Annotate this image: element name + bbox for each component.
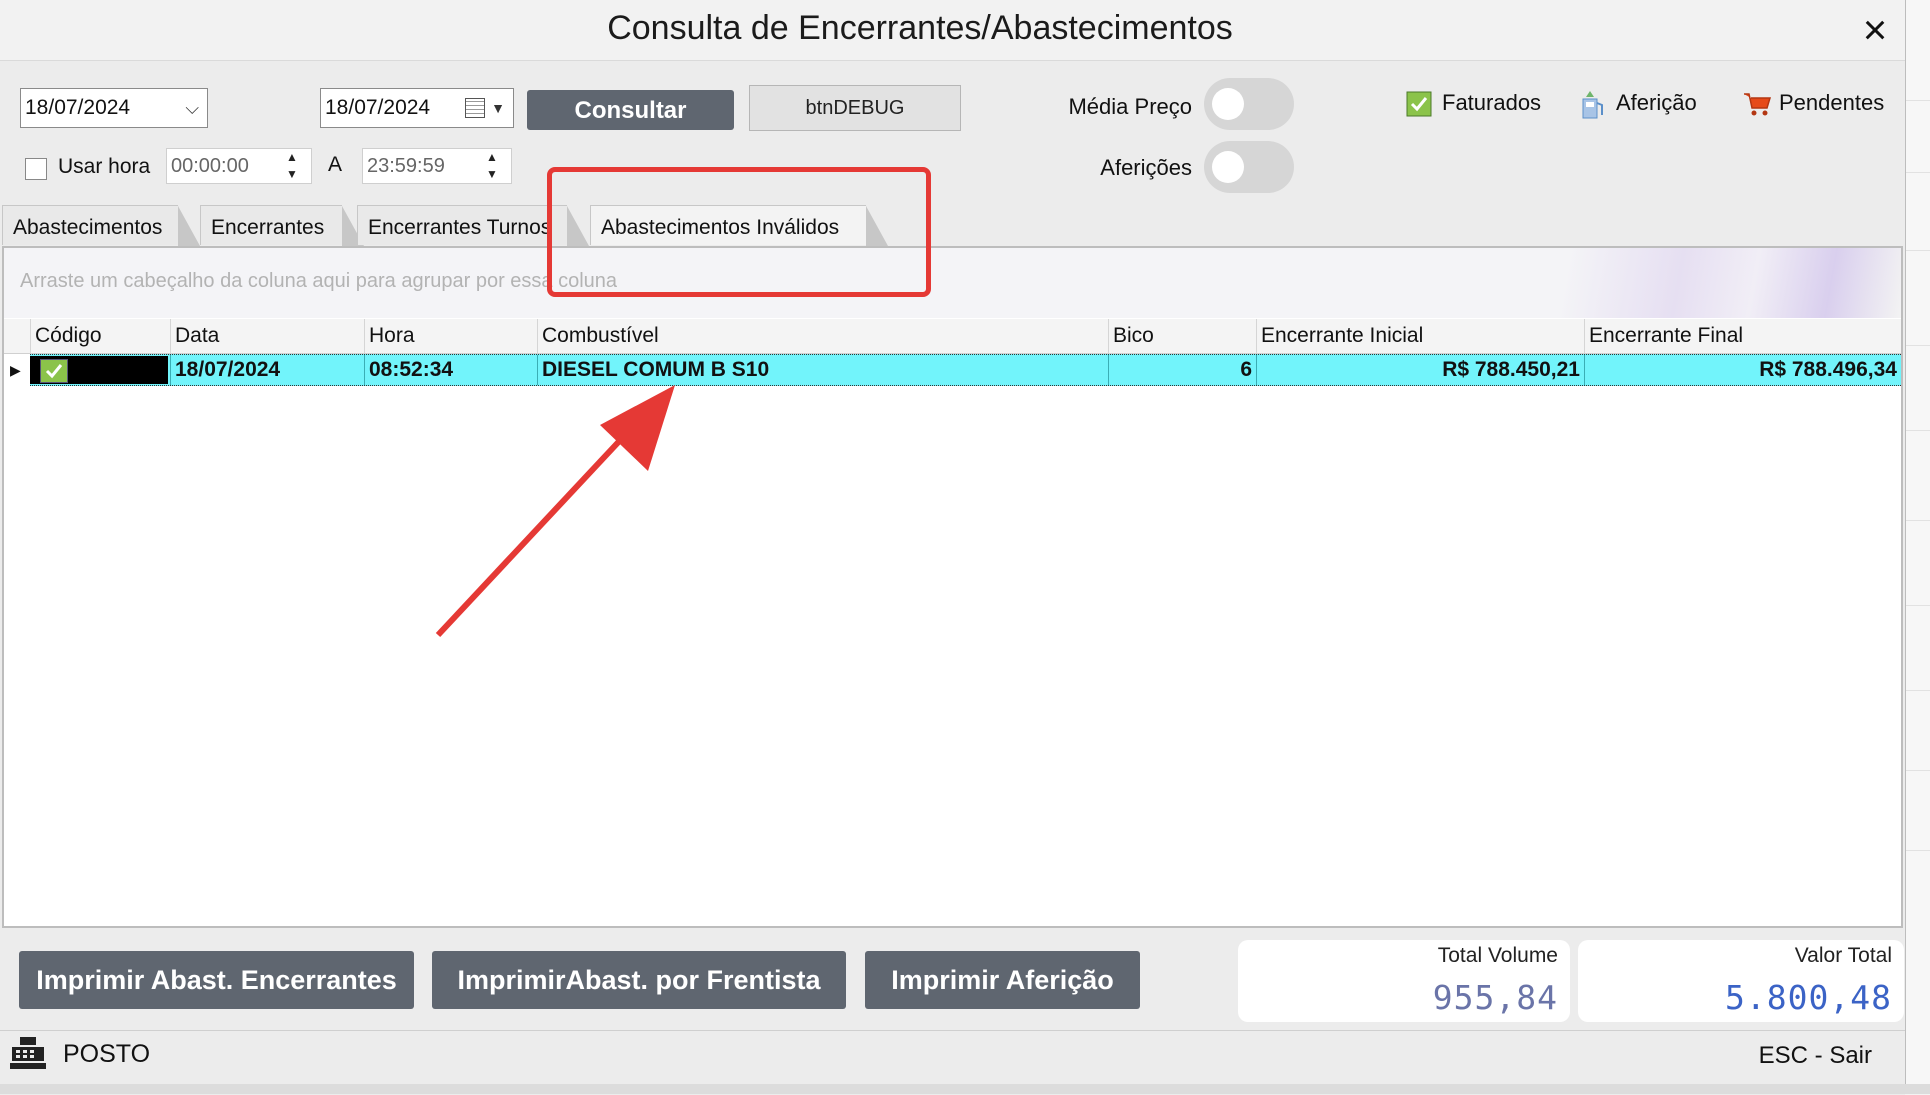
cell-bico: 6 [1108,355,1256,385]
column-header-bico[interactable]: Bico [1108,319,1256,353]
column-header-encerrante-inicial[interactable]: Encerrante Inicial [1256,319,1584,353]
cell-combustivel: DIESEL COMUM B S10 [537,355,1108,385]
cell-encerrante-final: R$ 788.496,34 [1584,355,1901,385]
time-to-value: 23:59:59 [367,155,445,177]
annotation-arrow-icon [435,385,675,638]
legend-faturados: Faturados [1406,90,1541,117]
afericoes-label: Aferições [1100,155,1192,180]
debug-button[interactable]: btnDEBUG [749,85,961,131]
cell-hora: 08:52:34 [364,355,537,385]
column-header-combustivel[interactable]: Combustível [537,319,1108,353]
column-header-encerrante-final[interactable]: Encerrante Final [1584,319,1901,353]
date-to-value: 18/07/2024 [325,96,431,119]
usar-hora-label: Usar hora [58,155,151,178]
faturado-check-icon [40,359,68,383]
background-strip [0,1084,1930,1094]
usar-hora-checkbox[interactable] [25,158,47,180]
spin-arrows-icon[interactable]: ▲ ▼ [281,149,303,183]
check-icon [1406,91,1432,117]
calendar-icon[interactable] [465,98,485,118]
column-header-codigo[interactable]: Código [30,319,170,353]
table-row[interactable]: 18/07/2024 08:52:34 DIESEL COMUM B S10 6… [4,354,1901,386]
time-from-value: 00:00:00 [171,155,249,177]
group-by-panel[interactable]: Arraste um cabeçalho da coluna aqui para… [4,248,1901,318]
cell-encerrante-inicial: R$ 788.450,21 [1256,355,1584,385]
column-header-hora[interactable]: Hora [364,319,537,353]
grid-header-row: Código Data Hora Combustível Bico Encerr… [4,319,1901,354]
tab-abastecimentos[interactable]: Abastecimentos [2,205,200,246]
media-preco-label: Média Preço [1068,94,1192,119]
row-indicator-icon: ▶ [4,354,30,386]
total-volume-value: 955,84 [1432,978,1558,1017]
tab-encerrantes-turnos[interactable]: Encerrantes Turnos [357,205,589,246]
posto-label: POSTO [63,1040,151,1068]
cash-register-icon [10,1037,46,1069]
legend-pendentes-label: Pendentes [1779,90,1885,115]
date-to-picker[interactable]: 18/07/2024 ▼ [320,88,514,128]
dropdown-arrow-icon[interactable]: ▼ [491,89,505,127]
time-from-stepper[interactable]: 00:00:00 ▲ ▼ [166,148,312,184]
time-separator-label: A [328,153,343,176]
gas-pump-icon [1580,91,1606,119]
cart-icon [1743,91,1772,117]
toggle-knob [1212,88,1244,120]
legend-afericao-label: Aferição [1616,90,1697,115]
legend-pendentes: Pendentes [1743,90,1884,117]
column-header-data[interactable]: Data [170,319,364,353]
tab-encerrantes[interactable]: Encerrantes [200,205,364,246]
group-by-hint: Arraste um cabeçalho da coluna aqui para… [20,270,618,292]
valor-total-value: 5.800,48 [1725,978,1892,1017]
dialog-window: Consulta de Encerrantes/Abastecimentos ×… [0,0,1906,1095]
date-from-dropdown[interactable]: 18/07/2024 ⌵ [20,88,208,128]
total-volume-panel: Total Volume 955,84 [1238,940,1570,1022]
imprimir-abast-frentista-button[interactable]: ImprimirAbast. por Frentista [432,951,846,1009]
legend-faturados-label: Faturados [1442,90,1542,115]
consultar-button[interactable]: Consultar [527,90,734,130]
esc-sair-label[interactable]: ESC - Sair [1759,1042,1872,1070]
chevron-down-icon[interactable]: ⌵ [185,89,199,127]
date-from-value: 18/07/2024 [25,96,131,119]
legend-afericao: Aferição [1580,90,1697,119]
valor-total-label: Valor Total [1794,944,1892,967]
imprimir-abast-encerrantes-button[interactable]: Imprimir Abast. Encerrantes [19,951,414,1009]
cell-data: 18/07/2024 [170,355,364,385]
toggle-knob [1212,151,1244,183]
header-indicator [4,319,30,353]
total-volume-label: Total Volume [1437,944,1558,967]
media-preco-toggle[interactable] [1204,78,1294,130]
window-title: Consulta de Encerrantes/Abastecimentos [607,9,1233,47]
spin-arrows-icon[interactable]: ▲ ▼ [481,149,503,183]
tab-strip: Abastecimentos Encerrantes Encerrantes T… [0,205,1905,247]
time-to-stepper[interactable]: 23:59:59 ▲ ▼ [362,148,512,184]
data-grid: Arraste um cabeçalho da coluna aqui para… [2,246,1903,928]
close-icon[interactable]: × [1853,8,1897,52]
valor-total-panel: Valor Total 5.800,48 [1578,940,1904,1022]
afericoes-toggle[interactable] [1204,141,1294,193]
imprimir-afericao-button[interactable]: Imprimir Aferição [865,951,1140,1009]
annotation-highlight-box [547,167,931,297]
